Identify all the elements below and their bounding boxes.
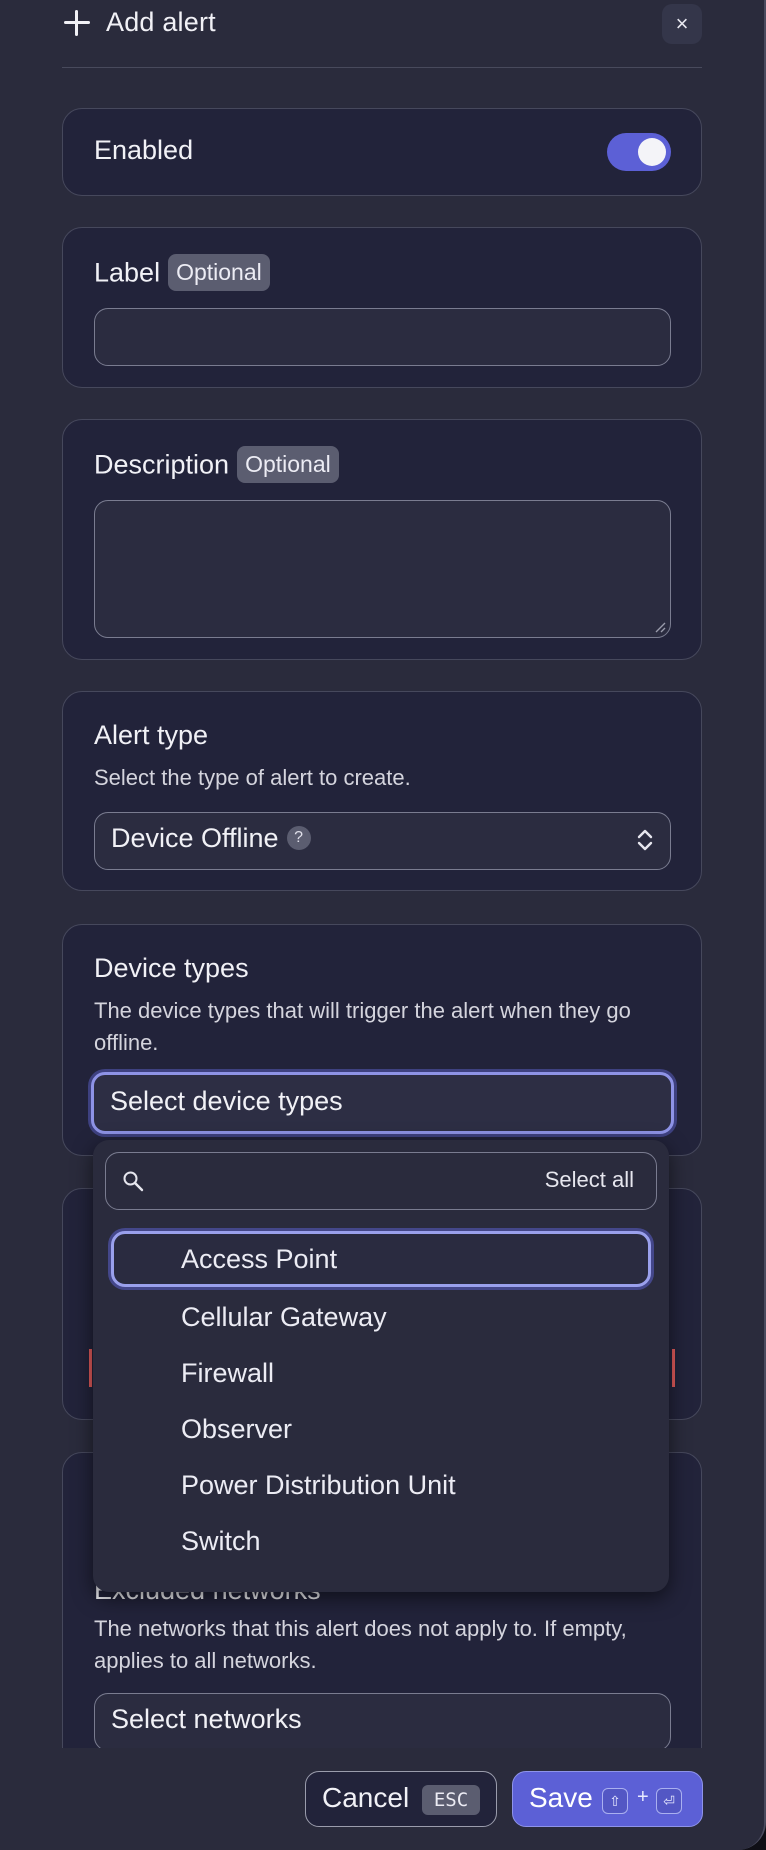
optional-badge: Optional: [168, 254, 270, 291]
optional-badge: Optional: [237, 446, 339, 483]
device-types-card: Device types The device types that will …: [62, 924, 702, 1156]
option-cellular-gateway[interactable]: Cellular Gateway: [111, 1290, 651, 1346]
key-plus-separator: +: [637, 1786, 649, 1808]
toggle-knob: [638, 138, 666, 166]
alert-type-description: Select the type of alert to create.: [94, 765, 411, 790]
option-firewall[interactable]: Firewall: [111, 1346, 651, 1402]
shift-key-hint: ⇧: [602, 1788, 628, 1814]
add-alert-panel: Add alert × Enabled Label Optional Descri…: [0, 0, 766, 1850]
enabled-label: Enabled: [94, 135, 194, 165]
cancel-button[interactable]: Cancel ESC: [305, 1771, 497, 1827]
chevron-updown-icon: [637, 829, 653, 851]
networks-placeholder: Select networks: [111, 1704, 302, 1734]
error-edge: [89, 1349, 92, 1387]
option-power-distribution-unit[interactable]: Power Distribution Unit: [111, 1458, 651, 1514]
label-card: Label Optional: [62, 227, 702, 388]
device-types-description: The device types that will trigger the a…: [94, 998, 631, 1055]
description-title: Description Optional: [94, 446, 339, 485]
label-title-text: Label: [94, 257, 161, 288]
help-icon[interactable]: ?: [286, 825, 311, 850]
panel-title: Add alert: [106, 7, 216, 37]
error-edge: [672, 1349, 675, 1387]
networks-select[interactable]: Select networks: [94, 1693, 671, 1751]
select-all-button[interactable]: Select all: [545, 1167, 634, 1193]
enter-key-hint: ⏎: [656, 1788, 682, 1814]
label-input[interactable]: [94, 308, 671, 366]
description-textarea[interactable]: [94, 500, 671, 638]
alert-type-select[interactable]: Device Offline?: [94, 812, 671, 870]
device-types-placeholder: Select device types: [110, 1086, 343, 1116]
cancel-label: Cancel: [322, 1782, 410, 1813]
alert-type-card: Alert type Select the type of alert to c…: [62, 691, 702, 891]
device-types-dropdown: Select all Access Point Cellular Gateway…: [93, 1140, 669, 1592]
description-title-text: Description: [94, 449, 230, 480]
resize-handle-icon[interactable]: [654, 621, 666, 633]
plus-icon: [64, 10, 90, 36]
alert-type-title: Alert type: [94, 720, 209, 750]
device-types-select[interactable]: Select device types: [91, 1072, 674, 1134]
save-label: Save: [529, 1782, 593, 1813]
enabled-toggle[interactable]: [607, 133, 671, 171]
esc-key-hint: ESC: [422, 1785, 480, 1815]
alert-type-selected: Device Offline?: [111, 823, 311, 854]
label-title: Label Optional: [94, 254, 270, 293]
description-card: Description Optional: [62, 419, 702, 660]
panel-footer: Cancel ESC Save ⇧ + ⏎: [0, 1748, 764, 1850]
enabled-card: Enabled: [62, 108, 702, 196]
close-button[interactable]: ×: [662, 4, 702, 44]
dropdown-search-input[interactable]: Select all: [105, 1152, 657, 1210]
panel-header: Add alert ×: [62, 0, 702, 68]
option-access-point[interactable]: Access Point: [111, 1231, 651, 1287]
device-types-title: Device types: [94, 953, 249, 983]
option-switch[interactable]: Switch: [111, 1514, 651, 1570]
option-observer[interactable]: Observer: [111, 1402, 651, 1458]
excluded-networks-description: The networks that this alert does not ap…: [94, 1616, 627, 1673]
save-button[interactable]: Save ⇧ + ⏎: [512, 1771, 703, 1827]
search-icon: [123, 1171, 144, 1192]
alert-type-value: Device Offline: [111, 823, 279, 853]
